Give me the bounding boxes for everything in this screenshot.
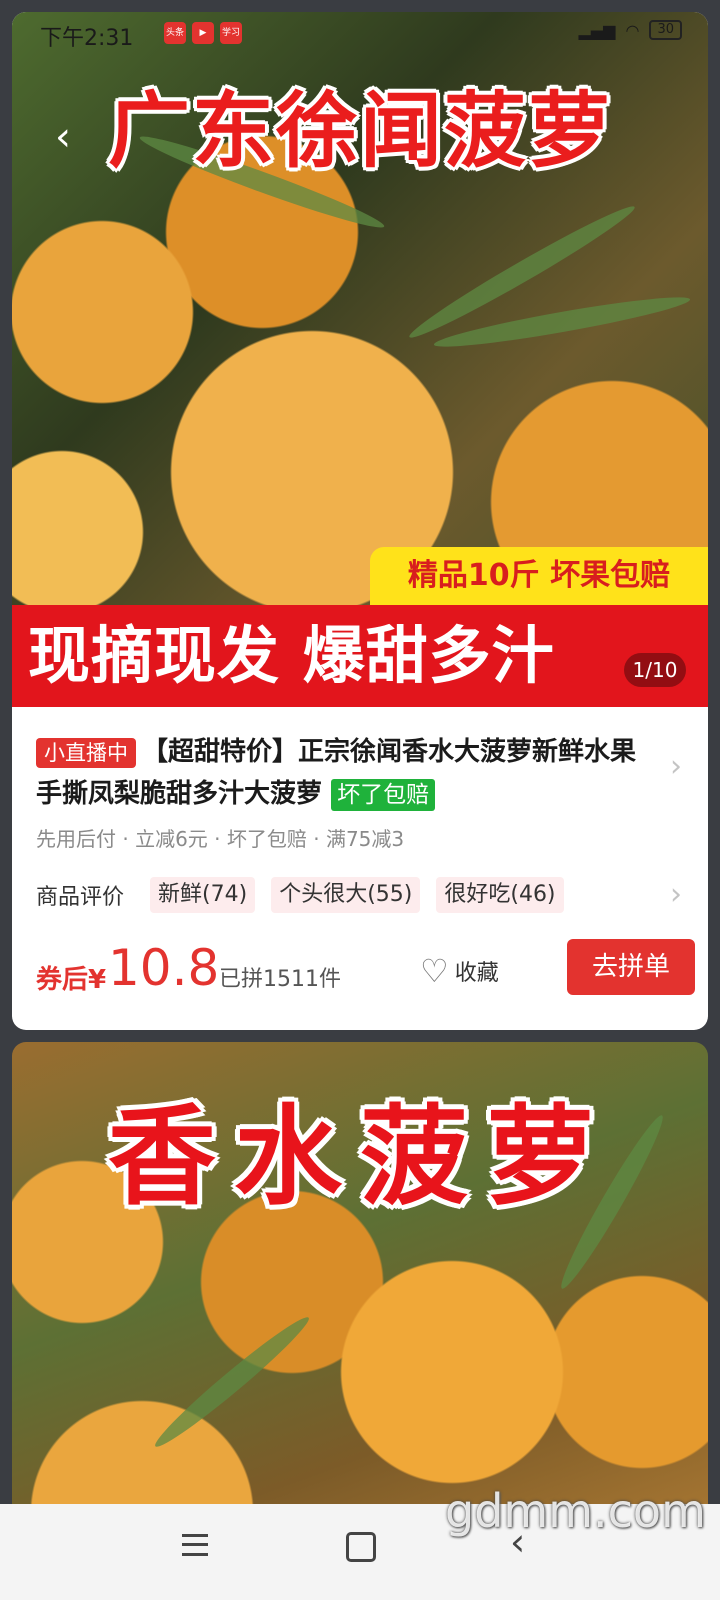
watermark: gdmm.com <box>445 1484 706 1538</box>
quality-banner: 精品10斤 坏果包赔 <box>370 547 708 605</box>
wifi-icon: ◠ <box>625 20 640 40</box>
guarantee-badge: 坏了包赔 <box>331 778 436 811</box>
status-right-icons: ▂▄▆ ◠ 30 <box>579 20 682 40</box>
second-card-title: 香水菠萝 <box>107 1095 612 1220</box>
chevron-right-icon[interactable]: › <box>670 877 682 912</box>
chevron-right-icon[interactable]: › <box>670 749 682 784</box>
promo-info: 先用后付 · 立减6元 · 坏了包赔 · 满75减3 <box>36 827 405 851</box>
price: 10.8 <box>108 939 220 997</box>
battery-icon: 30 <box>649 20 682 40</box>
signal-icon: ▂▄▆ <box>578 20 616 40</box>
product-info: 小直播中 【超甜特价】正宗徐闻香水大菠萝新鲜水果手撕凤梨脆甜多汁大菠萝 坏了包赔 … <box>12 707 708 1030</box>
image-counter: 1/10 <box>624 653 686 687</box>
review-row[interactable]: 商品评价 新鲜(74) 个头很大(55) 很好吃(46) <box>36 877 656 913</box>
favorite-button[interactable]: ♡ 收藏 <box>420 955 499 987</box>
video-app-icon: ▶ <box>192 22 214 44</box>
group-buy-button[interactable]: 去拼单 <box>567 939 695 995</box>
home-icon[interactable] <box>346 1532 376 1562</box>
status-bar: 下午2:31 头条 ▶ 学习 ▂▄▆ ◠ 30 <box>12 12 708 56</box>
product-title-block[interactable]: 小直播中 【超甜特价】正宗徐闻香水大菠萝新鲜水果手撕凤梨脆甜多汁大菠萝 坏了包赔 <box>36 731 636 815</box>
product-card[interactable]: 下午2:31 头条 ▶ 学习 ▂▄▆ ◠ 30 ‹ 广东徐闻菠萝 精品10斤 坏… <box>12 12 708 1030</box>
status-app-icons: 头条 ▶ 学习 <box>164 22 242 44</box>
review-label: 商品评价 <box>36 885 125 910</box>
toutiao-app-icon: 头条 <box>164 22 186 44</box>
study-app-icon: 学习 <box>220 22 242 44</box>
live-badge: 小直播中 <box>36 737 136 768</box>
sold-count: 已拼1511件 <box>219 967 341 992</box>
heart-icon: ♡ <box>420 952 449 990</box>
review-chip[interactable]: 很好吃(46) <box>436 877 564 913</box>
promo-banner: 现摘现发 爆甜多汁 <box>12 605 708 707</box>
favorite-label: 收藏 <box>454 961 499 986</box>
purchase-row: 券后¥ 10.8 已拼1511件 ♡ 收藏 去拼单 <box>36 939 695 999</box>
review-chip[interactable]: 个头很大(55) <box>271 877 421 913</box>
status-time: 下午2:31 <box>40 26 134 51</box>
pineapple-leaf-decoration <box>148 1310 316 1454</box>
price-prefix: 券后¥ <box>36 965 107 995</box>
hero-title: 广东徐闻菠萝 <box>107 84 612 179</box>
review-chip[interactable]: 新鲜(74) <box>150 877 256 913</box>
product-image-carousel[interactable]: 下午2:31 头条 ▶ 学习 ▂▄▆ ◠ 30 ‹ 广东徐闻菠萝 精品10斤 坏… <box>12 12 708 707</box>
menu-icon[interactable] <box>182 1534 208 1556</box>
